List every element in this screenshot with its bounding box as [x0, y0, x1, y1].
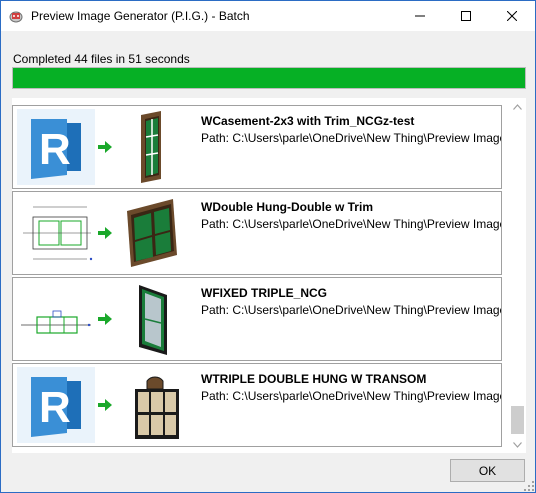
app-icon: [9, 11, 23, 23]
scrollbar-thumb[interactable]: [511, 406, 524, 434]
drawing-preview-icon: [17, 281, 95, 357]
list-item[interactable]: R WCasement-2x3 with Trim_NCGz-test Path…: [12, 105, 502, 189]
close-icon: [507, 11, 517, 21]
progress-bar: [12, 67, 526, 89]
casement-window-icon: [141, 111, 161, 183]
results-list[interactable]: R WCasement-2x3 with Trim_NCGz-test Path…: [12, 98, 526, 453]
minimize-icon: [415, 15, 425, 17]
item-name: WDouble Hung-Double w Trim: [201, 200, 373, 214]
item-path: Path: C:\Users\parle\OneDrive\New Thing\…: [201, 131, 501, 145]
item-path: Path: C:\Users\parle\OneDrive\New Thing\…: [201, 217, 501, 231]
list-item[interactable]: WFIXED TRIPLE_NCG Path: C:\Users\parle\O…: [12, 277, 502, 361]
arrow-right-icon: [98, 227, 112, 239]
status-text: Completed 44 files in 51 seconds: [13, 52, 190, 66]
drawing-preview-icon: [17, 195, 95, 271]
arrow-right-icon: [98, 141, 112, 153]
minimize-button[interactable]: [397, 1, 443, 31]
maximize-icon: [461, 11, 471, 21]
revit-logo-icon: R: [17, 109, 95, 185]
item-path: Path: C:\Users\parle\OneDrive\New Thing\…: [201, 303, 501, 317]
maximize-button[interactable]: [443, 1, 489, 31]
close-button[interactable]: [489, 1, 535, 31]
transom-window-icon: [135, 376, 179, 439]
arrow-right-icon: [98, 313, 112, 325]
double-hung-window-icon: [127, 199, 177, 267]
window-title: Preview Image Generator (P.I.G.) - Batch: [31, 9, 250, 23]
item-name: WCasement-2x3 with Trim_NCGz-test: [201, 114, 415, 128]
fixed-window-icon: [139, 285, 167, 355]
scroll-down-button[interactable]: [509, 436, 526, 453]
list-item[interactable]: R WTRIPLE DOUBLE HUNG W TRANSOM Path: C:…: [12, 363, 502, 447]
arrow-right-icon: [98, 399, 112, 411]
svg-text:R: R: [39, 383, 71, 432]
chevron-down-icon: [513, 441, 522, 448]
title-bar[interactable]: Preview Image Generator (P.I.G.) - Batch: [1, 1, 535, 31]
item-name: WFIXED TRIPLE_NCG: [201, 286, 328, 300]
svg-text:R: R: [39, 125, 71, 174]
item-path: Path: C:\Users\parle\OneDrive\New Thing\…: [201, 389, 501, 403]
resize-grip-icon[interactable]: [523, 480, 535, 492]
scroll-up-button[interactable]: [509, 98, 526, 115]
progress-fill: [13, 68, 525, 88]
batch-window: Preview Image Generator (P.I.G.) - Batch…: [0, 0, 536, 493]
ok-button[interactable]: OK: [450, 459, 525, 482]
chevron-up-icon: [513, 103, 522, 110]
list-item[interactable]: WDouble Hung-Double w Trim Path: C:\User…: [12, 191, 502, 275]
revit-logo-icon: R: [17, 367, 95, 443]
item-name: WTRIPLE DOUBLE HUNG W TRANSOM: [201, 372, 427, 386]
vertical-scrollbar[interactable]: [509, 98, 526, 453]
